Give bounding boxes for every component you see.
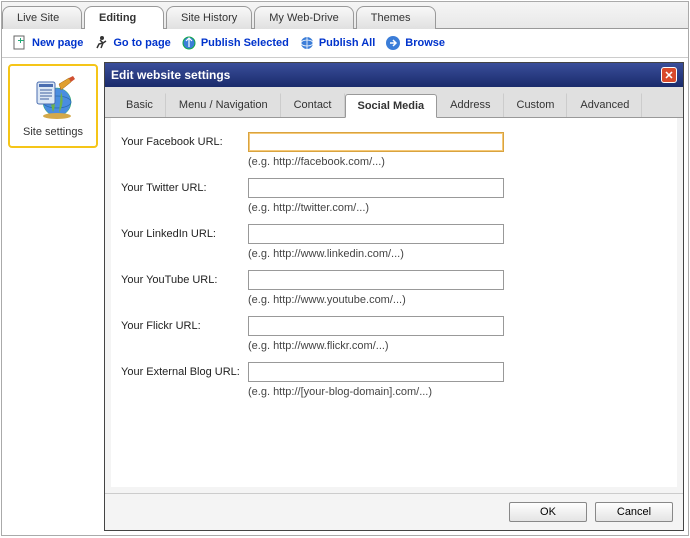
input-your-youtube-url[interactable]: [248, 270, 504, 290]
top-tabs: Live SiteEditingSite HistoryMy Web-Drive…: [2, 2, 688, 29]
dialog-body: Your Facebook URL:(e.g. http://facebook.…: [111, 118, 677, 487]
tab-contact[interactable]: Contact: [281, 93, 345, 117]
publish-all-label: Publish All: [319, 37, 375, 49]
dialog-tabs: BasicMenu / NavigationContactSocial Medi…: [105, 87, 683, 118]
label-your-external-blog-url: Your External Blog URL:: [121, 366, 248, 378]
go-to-page-label: Go to page: [113, 37, 170, 49]
tab-social-media[interactable]: Social Media: [345, 94, 438, 118]
top-tab-themes[interactable]: Themes: [356, 6, 436, 29]
toolbar: New page Go to page Publish Selected Pub…: [2, 29, 688, 58]
tab-custom[interactable]: Custom: [504, 93, 568, 117]
tab-advanced[interactable]: Advanced: [567, 93, 642, 117]
sidebar: Site settings: [2, 58, 104, 535]
hint-your-facebook-url: (e.g. http://facebook.com/...): [248, 156, 667, 168]
close-icon: ✕: [664, 69, 673, 82]
browse-label: Browse: [405, 37, 445, 49]
new-page-button[interactable]: New page: [12, 35, 83, 51]
dialog-title: Edit website settings: [111, 68, 230, 82]
top-tab-live-site[interactable]: Live Site: [2, 6, 82, 29]
dialog-header: Edit website settings ✕: [105, 63, 683, 87]
label-your-youtube-url: Your YouTube URL:: [121, 274, 248, 286]
publish-all-button[interactable]: Publish All: [299, 35, 375, 51]
arrow-right-circle-icon: [385, 35, 401, 51]
tab-menu-navigation[interactable]: Menu / Navigation: [166, 93, 281, 117]
sidebar-item-site-settings[interactable]: Site settings: [8, 64, 98, 148]
label-your-linkedin-url: Your LinkedIn URL:: [121, 228, 248, 240]
globe-up-icon: [181, 35, 197, 51]
dialog-edit-website-settings: Edit website settings ✕ BasicMenu / Navi…: [104, 62, 684, 531]
publish-selected-button[interactable]: Publish Selected: [181, 35, 289, 51]
close-button[interactable]: ✕: [661, 67, 677, 83]
hint-your-linkedin-url: (e.g. http://www.linkedin.com/...): [248, 248, 667, 260]
label-your-facebook-url: Your Facebook URL:: [121, 136, 248, 148]
ok-button[interactable]: OK: [509, 502, 587, 522]
site-settings-label: Site settings: [23, 126, 83, 138]
publish-selected-label: Publish Selected: [201, 37, 289, 49]
new-page-label: New page: [32, 37, 83, 49]
top-tab-my-web-drive[interactable]: My Web-Drive: [254, 6, 353, 29]
hint-your-twitter-url: (e.g. http://twitter.com/...): [248, 202, 667, 214]
input-your-facebook-url[interactable]: [248, 132, 504, 152]
input-your-twitter-url[interactable]: [248, 178, 504, 198]
dialog-footer: OK Cancel: [105, 493, 683, 530]
input-your-flickr-url[interactable]: [248, 316, 504, 336]
top-tab-site-history[interactable]: Site History: [166, 6, 252, 29]
input-your-linkedin-url[interactable]: [248, 224, 504, 244]
browse-button[interactable]: Browse: [385, 35, 445, 51]
hint-your-youtube-url: (e.g. http://www.youtube.com/...): [248, 294, 667, 306]
running-person-icon: [93, 35, 109, 51]
go-to-page-button[interactable]: Go to page: [93, 35, 170, 51]
globe-all-icon: [299, 35, 315, 51]
hint-your-external-blog-url: (e.g. http://[your-blog-domain].com/...): [248, 386, 667, 398]
tab-address[interactable]: Address: [437, 93, 503, 117]
label-your-flickr-url: Your Flickr URL:: [121, 320, 248, 332]
top-tab-editing[interactable]: Editing: [84, 6, 164, 29]
input-your-external-blog-url[interactable]: [248, 362, 504, 382]
new-page-icon: [12, 35, 28, 51]
site-settings-icon: [29, 74, 77, 122]
tab-basic[interactable]: Basic: [113, 93, 166, 117]
label-your-twitter-url: Your Twitter URL:: [121, 182, 248, 194]
hint-your-flickr-url: (e.g. http://www.flickr.com/...): [248, 340, 667, 352]
cancel-button[interactable]: Cancel: [595, 502, 673, 522]
